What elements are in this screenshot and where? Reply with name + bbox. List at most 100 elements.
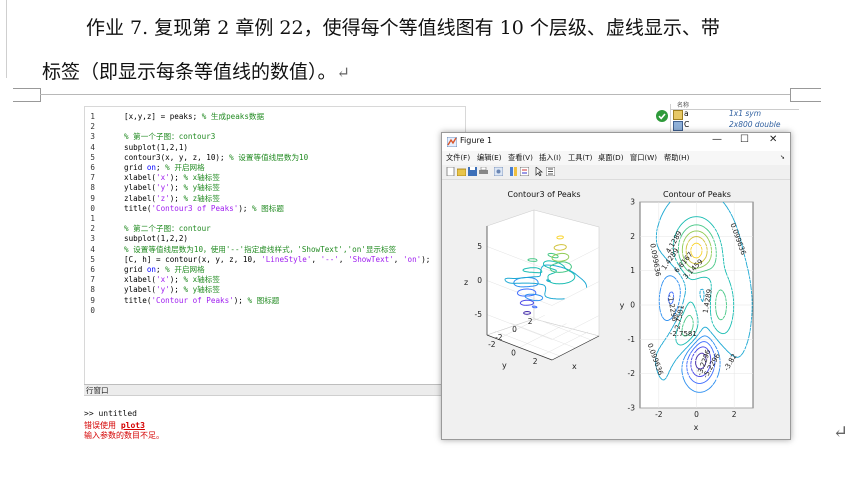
workspace-row[interactable]: C 2x800 double [671, 120, 799, 131]
line-number: 0 [90, 203, 95, 213]
code-line[interactable]: 8 ylabel('y'); % y轴标签 [85, 183, 463, 192]
code-text: xlabel('x'); % x轴标签 [124, 275, 220, 285]
command-window[interactable]: >> untitled 错误使用 plot3 输入参数的数目不足。 [84, 397, 444, 441]
new-file-icon[interactable] [446, 167, 455, 176]
line-number: 2 [90, 122, 95, 132]
y-tick-label: 2 [630, 232, 635, 241]
command-output-line: 输入参数的数目不足。 [84, 431, 164, 440]
figure-titlebar[interactable]: Figure 1 — ☐ ✕ [442, 133, 790, 151]
code-line[interactable]: 1 [85, 214, 463, 223]
figure-plot-area[interactable]: -5 0 5 -2 0 2 -2 0 2 z y x Contour3 of Peaks 4.1… [442, 180, 790, 439]
maximize-button[interactable]: ☐ [740, 134, 749, 145]
code-line[interactable]: 5 contour3(x, y, z, 10); % 设置等值线层数为10 [85, 153, 463, 162]
line-number: 5 [90, 152, 95, 162]
code-line[interactable]: 1 [x,y,z] = peaks; % 生成peaks数据 [85, 112, 463, 121]
code-line[interactable]: 7 xlabel('x'); % x轴标签 [85, 173, 463, 182]
error-function-link[interactable]: plot3 [121, 421, 145, 430]
line-number: 2 [90, 224, 95, 234]
code-line[interactable]: 3 subplot(1,2,2) [85, 234, 463, 243]
menu-desktop[interactable]: 桌面(D) [598, 151, 624, 165]
y-tick-label: 1 [630, 266, 635, 275]
y-tick-label: -2 [488, 340, 496, 349]
code-text: xlabel('x'); % x轴标签 [124, 173, 220, 183]
paragraph-mark-icon: ↵ [833, 422, 849, 443]
x-tick-label: 2 [528, 317, 533, 326]
property-inspector-icon[interactable] [546, 167, 555, 176]
code-line[interactable]: 4 % 设置等值线层数为10，使用'--'指定虚线样式，'ShowText','o… [85, 245, 463, 254]
doc-line-2-text: 标签（即显示每条等值线的数值）。 [42, 61, 337, 83]
code-line[interactable]: 7 xlabel('x'); % x轴标签 [85, 275, 463, 284]
variable-icon [673, 110, 683, 120]
line-number: 7 [90, 173, 95, 183]
line-number: 1 [90, 112, 95, 121]
matrix-icon [673, 121, 683, 131]
menu-tools[interactable]: 工具(T) [568, 151, 592, 165]
menu-help[interactable]: 帮助(H) [664, 151, 689, 165]
contour3-axes: -5 0 5 -2 0 2 -2 0 2 z y x Contour3 of Peaks [464, 190, 600, 371]
code-line[interactable]: 4 subplot(1,2,1) [85, 143, 463, 152]
workspace-name-header: 名称 [677, 102, 690, 109]
code-text: ylabel('y'); % y轴标签 [124, 183, 220, 193]
y-tick-label: -3 [628, 404, 636, 413]
dock-arrow-icon[interactable]: ➘ [780, 151, 785, 165]
code-text: title('Contour3 of Peaks'); % 图标题 [124, 203, 284, 213]
y-tick-label: 3 [630, 198, 635, 207]
menu-edit[interactable]: 编辑(E) [477, 151, 502, 165]
code-line[interactable]: 5 [C, h] = contour(x, y, z, 10, 'LineStyl… [85, 255, 463, 264]
minimize-button[interactable]: — [712, 134, 722, 145]
code-text: grid on; % 开启网格 [124, 163, 205, 172]
line-number: 7 [90, 275, 95, 285]
doc-line-2: 标签（即显示每条等值线的数值）。↵ [42, 57, 350, 84]
code-editor[interactable]: 1 [x,y,z] = peaks; % 生成peaks数据 2 3% 第一个子图：c… [84, 106, 466, 386]
menu-window[interactable]: 窗口(W) [630, 151, 657, 165]
colorbar-icon[interactable] [509, 167, 518, 176]
code-text: subplot(1,2,2) [124, 234, 189, 244]
xlabel-3d: x [572, 362, 577, 371]
code-line[interactable]: 3 % 第一个子图：contour3 [85, 132, 463, 141]
command-output-line: 错误使用 plot3 [84, 420, 145, 430]
x-tick-label: -2 [655, 410, 663, 419]
print-icon[interactable] [479, 167, 488, 176]
figure-canvas: -505-202-202 z y x Contour3 of Peaks 4.1… [464, 190, 754, 432]
line-number: 3 [90, 132, 95, 142]
code-line[interactable]: 2 % 第二个子图：contour [85, 224, 463, 233]
link-icon[interactable] [494, 167, 503, 176]
code-text: contour3(x, y, z, 10); % 设置等值线层数为10 [124, 152, 309, 162]
code-text: % 第一个子图：contour3 [124, 132, 216, 142]
code-line[interactable]: 6 grid on; % 开启网格 [85, 163, 463, 172]
y-tick-label: -2 [628, 369, 636, 378]
code-text: % 设置等值线层数为10，使用'--'指定虚线样式，'ShowText','on… [124, 244, 397, 254]
line-number: 6 [90, 265, 95, 274]
code-line[interactable]: 6 grid on; % 开启网格 [85, 265, 463, 274]
save-icon[interactable] [468, 167, 477, 176]
line-number: 0 [90, 305, 95, 315]
code-text: [x,y,z] = peaks; % 生成peaks数据 [124, 112, 265, 121]
code-line[interactable]: 8 ylabel('y'); % y轴标签 [85, 285, 463, 294]
command-window-label: 行窗口 [86, 386, 109, 395]
code-line[interactable]: 0 title('Contour3 of Peaks'); % 图标题 [85, 204, 463, 213]
close-button[interactable]: ✕ [769, 134, 777, 145]
pointer-icon[interactable] [535, 167, 544, 176]
code-text: [C, h] = contour(x, y, z, 10, 'LineStyle… [124, 254, 431, 264]
variable-name: a [684, 109, 689, 118]
code-line[interactable]: 9 zlabel('z'); % z轴标签 [85, 194, 463, 203]
code-line[interactable]: 0 [85, 306, 463, 315]
line-number: 4 [90, 142, 95, 152]
figure-window[interactable]: Figure 1 — ☐ ✕ 文件(F) 编辑(E) 查看(V) 插入(I) 工… [441, 132, 791, 440]
contour3-title: Contour3 of Peaks [508, 190, 581, 199]
menu-file[interactable]: 文件(F) [446, 151, 470, 165]
line-number: 3 [90, 234, 95, 244]
menu-insert[interactable]: 插入(I) [539, 151, 561, 165]
line-number: 6 [90, 163, 95, 172]
command-output-line: >> untitled [84, 409, 137, 418]
x-tick-label: 0 [512, 325, 517, 334]
open-folder-icon[interactable] [457, 167, 466, 176]
code-line[interactable]: 9 title('Contour of Peaks'); % 图标题 [85, 296, 463, 305]
check-circle-icon [656, 110, 668, 122]
doc-line-1: 作业 7. 复现第 2 章例 22，使得每个等值线图有 10 个层级、虚线显示、… [86, 17, 720, 39]
command-window-header: 行窗口 [84, 384, 464, 396]
workspace-row[interactable]: a 1x1 sym [671, 109, 799, 120]
menu-view[interactable]: 查看(V) [508, 151, 533, 165]
code-line[interactable]: 2 [85, 122, 463, 131]
legend-icon[interactable] [520, 167, 529, 176]
